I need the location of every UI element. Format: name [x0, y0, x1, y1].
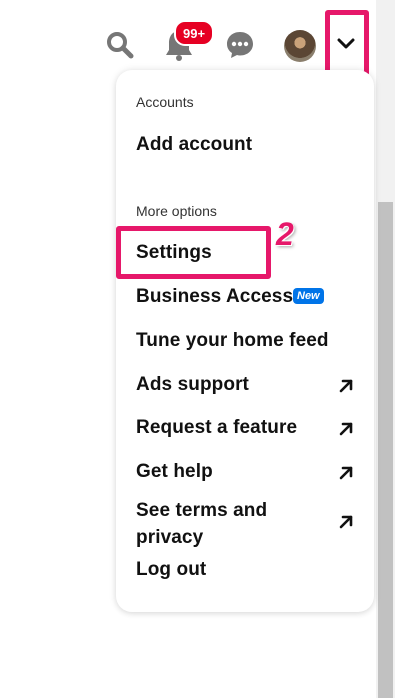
- annotation-highlight-box-1: [325, 10, 369, 76]
- terms-privacy-line1: See terms and: [136, 500, 268, 521]
- annotation-step-2: 2: [276, 216, 294, 252]
- scrollbar-thumb[interactable]: [378, 202, 393, 698]
- get-help-item[interactable]: Get help: [136, 461, 213, 483]
- external-arrow-icon: [339, 515, 353, 529]
- annotation-highlight-box-2: [116, 226, 271, 279]
- search-button[interactable]: [104, 29, 136, 61]
- avatar[interactable]: [284, 30, 316, 62]
- add-account-item[interactable]: Add account: [136, 134, 252, 156]
- search-icon: [107, 32, 134, 59]
- terms-privacy-item[interactable]: See terms and privacy: [136, 497, 267, 551]
- chat-icon: [227, 32, 253, 58]
- terms-privacy-line2: privacy: [136, 527, 204, 548]
- ads-support-item[interactable]: Ads support: [136, 374, 249, 396]
- tune-home-feed-item[interactable]: Tune your home feed: [136, 330, 329, 352]
- request-feature-item[interactable]: Request a feature: [136, 417, 297, 439]
- external-arrow-icon: [339, 466, 353, 480]
- more-options-section-label: More options: [136, 203, 217, 219]
- business-access-item[interactable]: Business Access: [136, 286, 293, 308]
- external-arrow-icon: [339, 422, 353, 436]
- log-out-item[interactable]: Log out: [136, 559, 206, 581]
- notification-count-badge: 99+: [174, 20, 215, 46]
- new-badge: New: [293, 288, 324, 304]
- messages-button[interactable]: [223, 28, 257, 62]
- external-arrow-icon: [339, 379, 353, 393]
- accounts-section-label: Accounts: [136, 94, 194, 110]
- account-dropdown-menu: Accounts Add account More options Settin…: [116, 70, 374, 612]
